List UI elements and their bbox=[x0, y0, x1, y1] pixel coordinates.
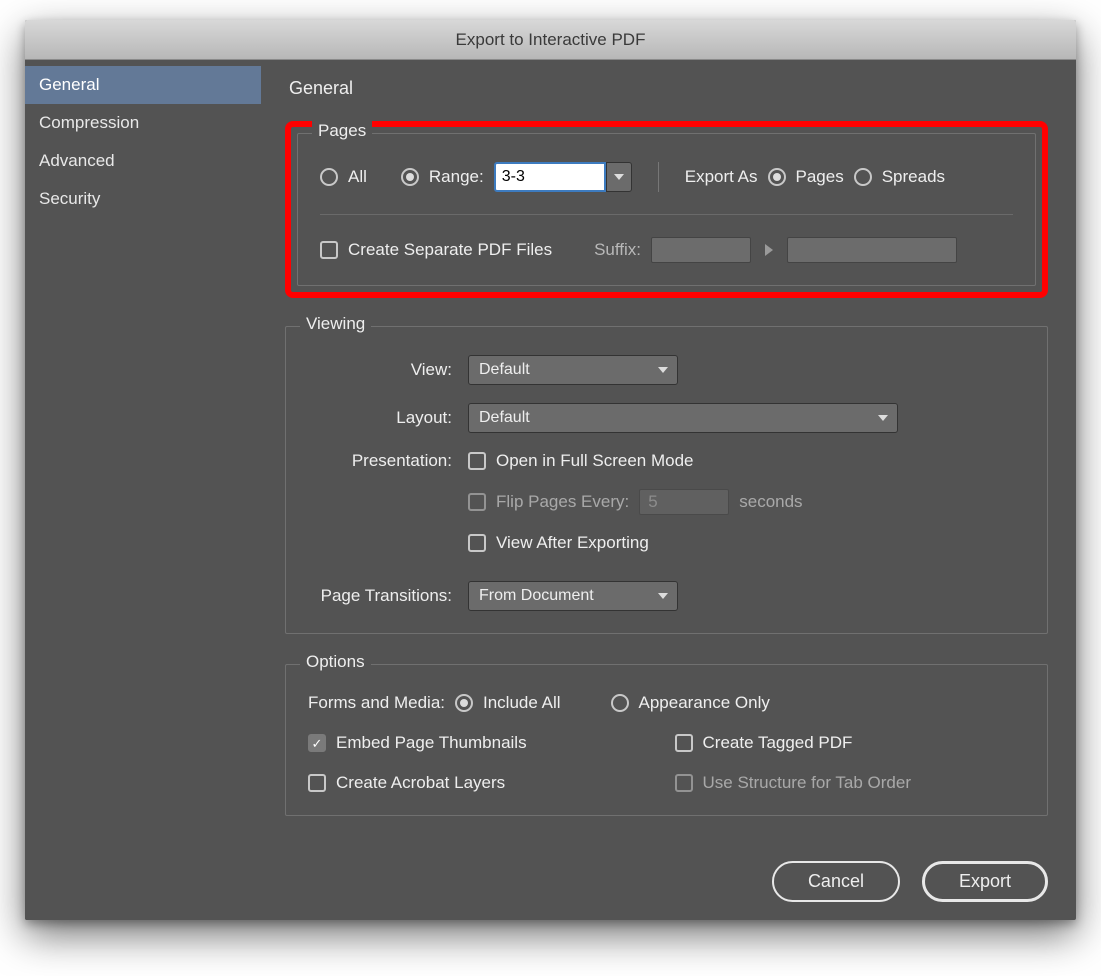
window-title: Export to Interactive PDF bbox=[456, 30, 646, 50]
main-panel: General Pages All Range: bbox=[261, 60, 1076, 920]
view-label: View: bbox=[308, 360, 458, 380]
export-button[interactable]: Export bbox=[922, 861, 1048, 902]
dialog-buttons: Cancel Export bbox=[772, 861, 1048, 902]
chevron-down-icon bbox=[658, 593, 668, 599]
cancel-button[interactable]: Cancel bbox=[772, 861, 900, 902]
acrobat-layers-label: Create Acrobat Layers bbox=[336, 773, 505, 793]
tab-order-label: Use Structure for Tab Order bbox=[703, 773, 912, 793]
suffix-input[interactable] bbox=[651, 237, 751, 263]
view-value: Default bbox=[469, 361, 649, 379]
pages-all-radio[interactable] bbox=[320, 168, 338, 186]
category-sidebar: General Compression Advanced Security bbox=[25, 60, 261, 920]
include-all-radio[interactable] bbox=[455, 694, 473, 712]
transitions-select[interactable]: From Document bbox=[468, 581, 678, 611]
view-select[interactable]: Default bbox=[468, 355, 678, 385]
section-heading: General bbox=[289, 78, 1048, 99]
suffix-label: Suffix: bbox=[594, 240, 641, 260]
sidebar-item-security[interactable]: Security bbox=[25, 180, 261, 218]
appearance-only-radio[interactable] bbox=[611, 694, 629, 712]
vertical-divider bbox=[658, 162, 659, 192]
export-as-label: Export As bbox=[685, 167, 758, 187]
forms-media-label: Forms and Media: bbox=[308, 693, 445, 713]
suffix-preview bbox=[787, 237, 957, 263]
options-legend: Options bbox=[300, 652, 371, 672]
options-group: Options Forms and Media: Include All App… bbox=[285, 664, 1048, 816]
chevron-down-icon bbox=[614, 174, 624, 180]
create-separate-label: Create Separate PDF Files bbox=[348, 240, 552, 260]
create-tagged-label: Create Tagged PDF bbox=[703, 733, 853, 753]
presentation-label: Presentation: bbox=[308, 451, 458, 471]
chevron-down-icon bbox=[878, 415, 888, 421]
tab-order-checkbox bbox=[675, 774, 693, 792]
flip-seconds-input: 5 bbox=[639, 489, 729, 515]
export-as-spreads-radio[interactable] bbox=[854, 168, 872, 186]
export-dialog: Export to Interactive PDF General Compre… bbox=[25, 20, 1076, 920]
range-input[interactable] bbox=[494, 162, 606, 192]
pages-group: Pages All Range: Export As bbox=[297, 133, 1036, 286]
chevron-down-icon bbox=[658, 367, 668, 373]
appearance-only-label: Appearance Only bbox=[639, 693, 770, 713]
pages-legend: Pages bbox=[312, 121, 372, 141]
viewing-group: Viewing View: Default Layout: Default bbox=[285, 326, 1048, 634]
pages-range-radio[interactable] bbox=[401, 168, 419, 186]
pages-all-label: All bbox=[348, 167, 367, 187]
layout-value: Default bbox=[469, 409, 869, 427]
flip-pages-label: Flip Pages Every: bbox=[496, 492, 629, 512]
sidebar-item-advanced[interactable]: Advanced bbox=[25, 142, 261, 180]
transitions-value: From Document bbox=[469, 587, 649, 605]
pages-range-label: Range: bbox=[429, 167, 484, 187]
create-tagged-checkbox[interactable] bbox=[675, 734, 693, 752]
export-as-pages-label: Pages bbox=[796, 167, 844, 187]
viewing-legend: Viewing bbox=[300, 314, 371, 334]
fullscreen-checkbox[interactable] bbox=[468, 452, 486, 470]
view-after-checkbox[interactable] bbox=[468, 534, 486, 552]
embed-thumbnails-checkbox[interactable] bbox=[308, 734, 326, 752]
triangle-right-icon bbox=[765, 244, 773, 256]
transitions-label: Page Transitions: bbox=[308, 586, 458, 606]
sidebar-item-general[interactable]: General bbox=[25, 66, 261, 104]
layout-label: Layout: bbox=[308, 408, 458, 428]
pages-highlight-box: Pages All Range: Export As bbox=[285, 121, 1048, 298]
include-all-label: Include All bbox=[483, 693, 561, 713]
flip-pages-checkbox bbox=[468, 493, 486, 511]
layout-select[interactable]: Default bbox=[468, 403, 898, 433]
export-as-spreads-label: Spreads bbox=[882, 167, 945, 187]
acrobat-layers-checkbox[interactable] bbox=[308, 774, 326, 792]
fullscreen-label: Open in Full Screen Mode bbox=[496, 451, 694, 471]
export-as-pages-radio[interactable] bbox=[768, 168, 786, 186]
create-separate-checkbox[interactable] bbox=[320, 241, 338, 259]
embed-thumbnails-label: Embed Page Thumbnails bbox=[336, 733, 527, 753]
sidebar-item-compression[interactable]: Compression bbox=[25, 104, 261, 142]
window-titlebar: Export to Interactive PDF bbox=[25, 20, 1076, 60]
view-after-label: View After Exporting bbox=[496, 533, 649, 553]
range-dropdown-button[interactable] bbox=[606, 162, 632, 192]
flip-seconds-suffix: seconds bbox=[739, 492, 802, 512]
